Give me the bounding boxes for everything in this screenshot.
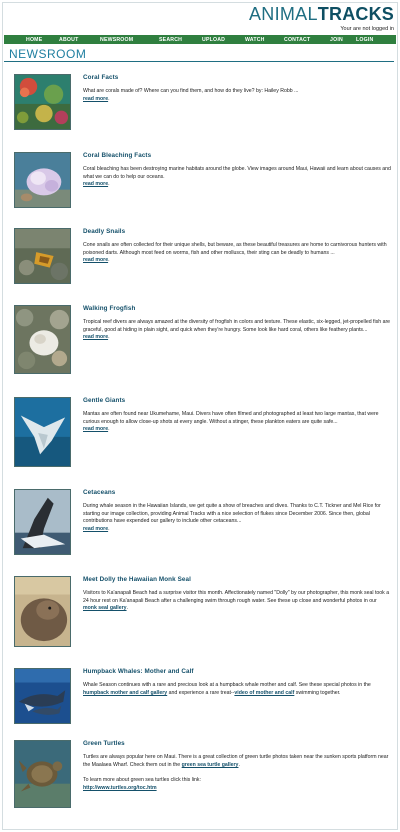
turtle-gallery-link[interactable]: green sea turtle gallery [182, 762, 239, 768]
article-title[interactable]: Meet Dolly the Hawaiian Monk Seal [83, 576, 391, 583]
green-turtles-image[interactable] [14, 740, 71, 808]
article-summary: Cone snails are often collected for thei… [83, 242, 387, 256]
article-summary: Whale Season continues with a rare and p… [83, 682, 371, 688]
login-status: Your are not logged in [340, 26, 394, 32]
article-summary: Tropical reef divers are always amazed a… [83, 319, 391, 333]
article-title[interactable]: Deadly Snails [83, 228, 391, 235]
coral-facts-image[interactable] [14, 74, 71, 130]
cetaceans-image[interactable] [14, 489, 71, 555]
humpback-gallery-link[interactable]: humpback mother and calf gallery [83, 690, 167, 696]
monk-seal-gallery-link[interactable]: monk seal gallery [83, 605, 127, 611]
article-summary: During whale season in the Hawaiian Isla… [83, 503, 381, 525]
article-summary: Mantas are often found near Ukumehame, M… [83, 411, 379, 425]
site-logo[interactable]: ANIMALTRACKS [249, 4, 394, 28]
nav-home[interactable]: HOME [26, 37, 42, 43]
article-title[interactable]: Coral Bleaching Facts [83, 152, 391, 159]
read-more-link[interactable]: read more [83, 426, 108, 432]
monk-seal-image[interactable] [14, 576, 71, 647]
article-title[interactable]: Gentle Giants [83, 397, 391, 404]
article-title[interactable]: Humpback Whales: Mother and Calf [83, 668, 391, 675]
nav-upload[interactable]: UPLOAD [202, 37, 225, 43]
article-title[interactable]: Walking Frogfish [83, 305, 391, 312]
page-title: NEWSROOM [9, 47, 87, 61]
article-summary-end: . [126, 605, 128, 612]
logo-text-animal: ANIMAL [248, 4, 318, 24]
read-more-link[interactable]: read more [83, 96, 108, 102]
article-title[interactable]: Green Turtles [83, 740, 391, 747]
article-summary-end: swimming together. [295, 689, 341, 696]
read-more-link[interactable]: read more [83, 526, 108, 532]
read-more-link[interactable]: read more [83, 334, 108, 340]
article-summary-end: . [238, 761, 240, 768]
nav-about[interactable]: ABOUT [59, 37, 78, 43]
article-title[interactable]: Coral Facts [83, 74, 391, 81]
read-more-link[interactable]: read more [83, 257, 108, 263]
article-title[interactable]: Cetaceans [83, 489, 391, 496]
nav-login[interactable]: LOGIN [356, 37, 373, 43]
nav-join[interactable]: JOIN [330, 37, 343, 43]
turtles-org-link[interactable]: http://www.turtles.org/toc.htm [83, 785, 157, 791]
article-summary: What are corals made of? Where can you f… [83, 88, 299, 94]
turtle-learn-more-text: To learn more about green sea turtles cl… [83, 777, 201, 784]
walking-frogfish-image[interactable] [14, 305, 71, 374]
coral-bleaching-image[interactable] [14, 152, 71, 208]
gentle-giants-image[interactable] [14, 397, 71, 467]
nav-contact[interactable]: CONTACT [284, 37, 310, 43]
article-summary: Coral bleaching has been destroying mari… [83, 166, 391, 180]
nav-watch[interactable]: WATCH [245, 37, 265, 43]
article-summary-mid: and experience a rare treat-- [168, 689, 235, 696]
humpback-image[interactable] [14, 668, 71, 724]
humpback-video-link[interactable]: video of mother and calf [234, 690, 294, 696]
deadly-snails-image[interactable] [14, 228, 71, 284]
article-summary: Visitors to Ka'anapali Beach had a surpr… [83, 590, 390, 604]
main-nav: HOME ABOUT NEWSROOM SEARCH UPLOAD WATCH … [4, 35, 396, 44]
logo-text-tracks: TRACKS [317, 4, 394, 24]
read-more-link[interactable]: read more [83, 181, 108, 187]
title-divider [4, 61, 394, 62]
nav-newsroom[interactable]: NEWSROOM [100, 37, 133, 43]
nav-search[interactable]: SEARCH [159, 37, 182, 43]
